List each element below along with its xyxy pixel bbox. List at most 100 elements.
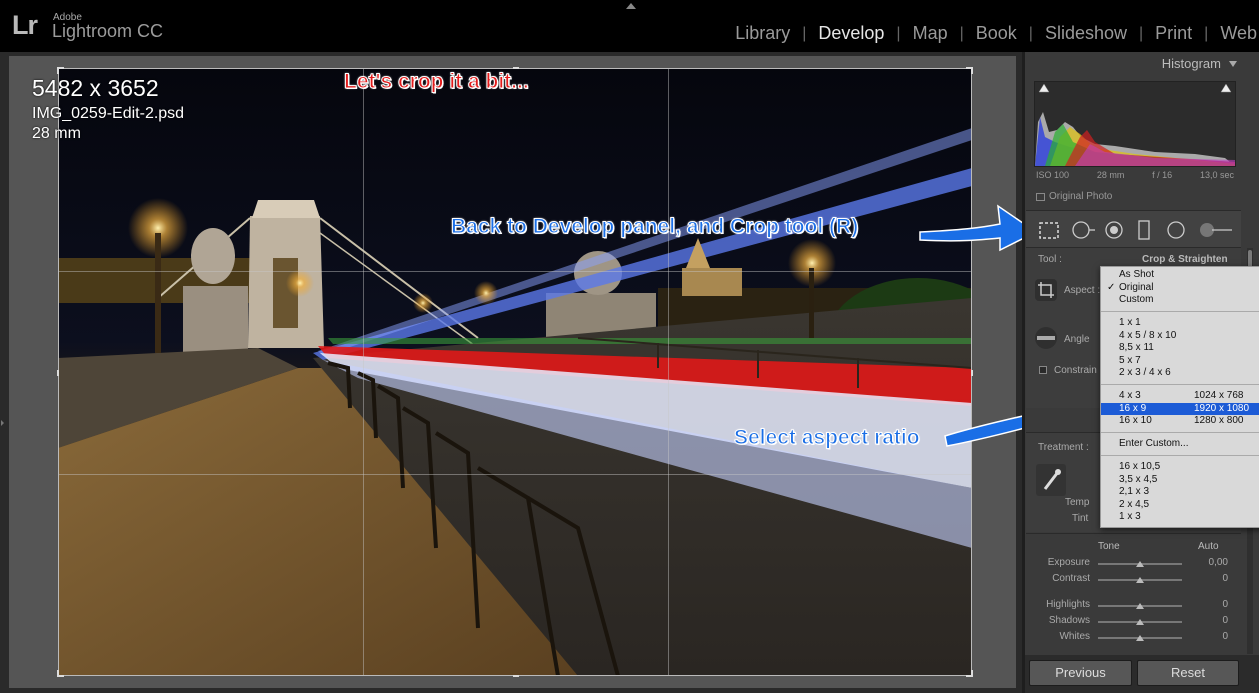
histogram-graph xyxy=(1034,81,1236,167)
top-panel-toggle-icon[interactable] xyxy=(626,3,636,9)
slider-knob[interactable] xyxy=(1136,561,1144,567)
lightroom-logo: Lr xyxy=(12,10,38,40)
aspect-option-label: 2 x 3 / 4 x 6 xyxy=(1119,367,1171,378)
aspect-option[interactable]: 2,1 x 3 xyxy=(1101,486,1259,499)
crop-handle-bottom-left[interactable] xyxy=(57,670,59,677)
aspect-option[interactable]: 4 x 3 1024 x 768 xyxy=(1101,390,1259,403)
graduated-filter-icon[interactable] xyxy=(1136,220,1152,240)
aspect-option[interactable]: 16 x 10,5 xyxy=(1101,461,1259,474)
crop-grid-line xyxy=(363,69,364,675)
histogram-title[interactable]: Histogram xyxy=(0,56,1221,71)
tool-strip xyxy=(1026,210,1241,248)
photo-filename: IMG_0259-Edit-2.psd xyxy=(32,105,185,122)
tool-label: Tool : xyxy=(1038,254,1062,265)
aspect-option[interactable]: 4 x 5 / 8 x 10 xyxy=(1101,330,1259,343)
iso-value: ISO 100 xyxy=(1036,170,1070,180)
module-develop[interactable]: Develop xyxy=(806,23,896,44)
module-picker: Library | Develop | Map | Book | Slideshow | Print… xyxy=(723,23,1259,44)
slider-value[interactable]: 0 xyxy=(1190,599,1228,610)
slider-value[interactable]: 0 xyxy=(1190,615,1228,626)
module-book[interactable]: Book xyxy=(964,23,1029,44)
photo-focal-length: 28 mm xyxy=(32,125,81,142)
aspect-option[interactable]: Enter Custom... xyxy=(1101,438,1259,451)
tool-value: Crop & Straighten xyxy=(1142,254,1228,265)
slider-value[interactable]: 0,00 xyxy=(1190,557,1228,568)
aspect-option[interactable]: 2 x 3 / 4 x 6 xyxy=(1101,367,1259,380)
aspect-option[interactable]: 16 x 9 1920 x 1080 xyxy=(1101,402,1259,415)
slider-knob[interactable] xyxy=(1136,603,1144,609)
aspect-option-label: Enter Custom... xyxy=(1119,438,1189,449)
aspect-option-label: 2,1 x 3 xyxy=(1119,486,1150,497)
slider-label-contrast: Contrast xyxy=(1052,573,1090,584)
focal-value: 28 mm xyxy=(1096,170,1125,180)
aspect-option-label: 16 x 10 xyxy=(1119,415,1152,426)
crop-grid-line xyxy=(59,474,971,475)
annotation-develop: Back to Develop panel, and Crop tool (R) xyxy=(450,215,859,239)
aspect-option[interactable]: ✓ Original xyxy=(1101,282,1259,295)
slider-label-whites: Whites xyxy=(1059,631,1090,642)
module-web[interactable]: Web xyxy=(1208,23,1259,44)
original-photo-toggle[interactable]: Original Photo xyxy=(1036,191,1112,202)
red-eye-icon[interactable] xyxy=(1103,220,1125,240)
aspect-option-label: Original xyxy=(1119,281,1154,293)
aspect-option[interactable]: 8,5 x 11 xyxy=(1101,342,1259,355)
menu-separator xyxy=(1101,310,1259,312)
previous-button[interactable]: Previous xyxy=(1029,660,1132,686)
aspect-option-label: 16 x 9 xyxy=(1119,402,1147,414)
crop-handle-left[interactable] xyxy=(57,370,59,376)
constrain-label: Constrain xyxy=(1054,365,1097,376)
slider-value[interactable]: 0 xyxy=(1190,573,1228,584)
aspect-option[interactable]: 16 x 10 1280 x 800 xyxy=(1101,415,1259,428)
crop-overlay[interactable] xyxy=(57,67,973,677)
aspect-option[interactable]: 2 x 4,5 xyxy=(1101,499,1259,512)
aspect-option-resolution: 1024 x 768 xyxy=(1194,390,1244,401)
crop-tool-icon[interactable] xyxy=(1038,220,1060,240)
aspect-option[interactable]: 1 x 1 xyxy=(1101,317,1259,330)
aspect-option[interactable]: 3,5 x 4,5 xyxy=(1101,474,1259,487)
module-library[interactable]: Library xyxy=(723,23,802,44)
crop-handle-bottom-right[interactable] xyxy=(971,670,973,677)
tone-auto-button[interactable]: Auto xyxy=(1198,541,1219,552)
crop-overlay-icon[interactable] xyxy=(1034,278,1058,302)
aspect-option[interactable]: Custom xyxy=(1101,294,1259,307)
slider-knob[interactable] xyxy=(1136,619,1144,625)
panel-bottom-bar: Previous Reset xyxy=(1025,655,1259,693)
module-map[interactable]: Map xyxy=(901,23,960,44)
spot-removal-icon[interactable] xyxy=(1070,220,1096,240)
slider-knob[interactable] xyxy=(1136,635,1144,641)
aspect-option-resolution: 1280 x 800 xyxy=(1194,415,1244,426)
aspect-option[interactable]: As Shot xyxy=(1101,269,1259,282)
collapse-triangle-icon[interactable] xyxy=(1229,61,1237,67)
crop-handle-bottom[interactable] xyxy=(513,675,519,677)
straighten-tool-icon[interactable] xyxy=(1034,326,1058,350)
adjustment-brush-icon[interactable] xyxy=(1198,220,1234,240)
slider-knob[interactable] xyxy=(1136,577,1144,583)
checkbox-icon[interactable] xyxy=(1036,192,1045,201)
top-bar: Lr Adobe Lightroom CC Library | Develop | Ma… xyxy=(0,0,1259,52)
aspect-option-label: 5 x 7 xyxy=(1119,354,1141,366)
radial-filter-icon[interactable] xyxy=(1165,220,1187,240)
aspect-option-label: 8,5 x 11 xyxy=(1119,342,1154,353)
constrain-checkbox[interactable] xyxy=(1039,366,1047,374)
module-slideshow[interactable]: Slideshow xyxy=(1033,23,1139,44)
left-panel-toggle-icon[interactable] xyxy=(1,420,4,426)
slider-label-shadows: Shadows xyxy=(1048,615,1090,626)
aspect-option[interactable]: 5 x 7 xyxy=(1101,355,1259,368)
reset-button[interactable]: Reset xyxy=(1137,660,1239,686)
annotation-aspect: Select aspect ratio xyxy=(734,426,921,450)
aspect-ratio-dropdown[interactable]: As Shot ✓ Original Custom 1 x 14 x 5 / 8 x 1… xyxy=(1100,266,1259,528)
menu-separator xyxy=(1101,383,1259,385)
slider-label-highlights: Highlights xyxy=(1046,599,1090,610)
treatment-label: Treatment : xyxy=(1038,442,1089,453)
aspect-option[interactable]: 1 x 3 xyxy=(1101,511,1259,524)
module-print[interactable]: Print xyxy=(1143,23,1204,44)
aperture-value: f / 16 xyxy=(1152,170,1173,180)
white-balance-eyedropper-icon[interactable] xyxy=(1036,464,1066,496)
crop-handle-right[interactable] xyxy=(971,370,973,376)
histogram-metadata: ISO 100 28 mm f / 16 13,0 sec xyxy=(1036,170,1234,180)
tone-title: Tone xyxy=(1098,541,1120,552)
aspect-option-label: 3,5 x 4,5 xyxy=(1119,473,1158,485)
slider-value[interactable]: 0 xyxy=(1190,631,1228,642)
slider-label-exposure: Exposure xyxy=(1047,557,1090,568)
shutter-value: 13,0 sec xyxy=(1199,170,1234,180)
